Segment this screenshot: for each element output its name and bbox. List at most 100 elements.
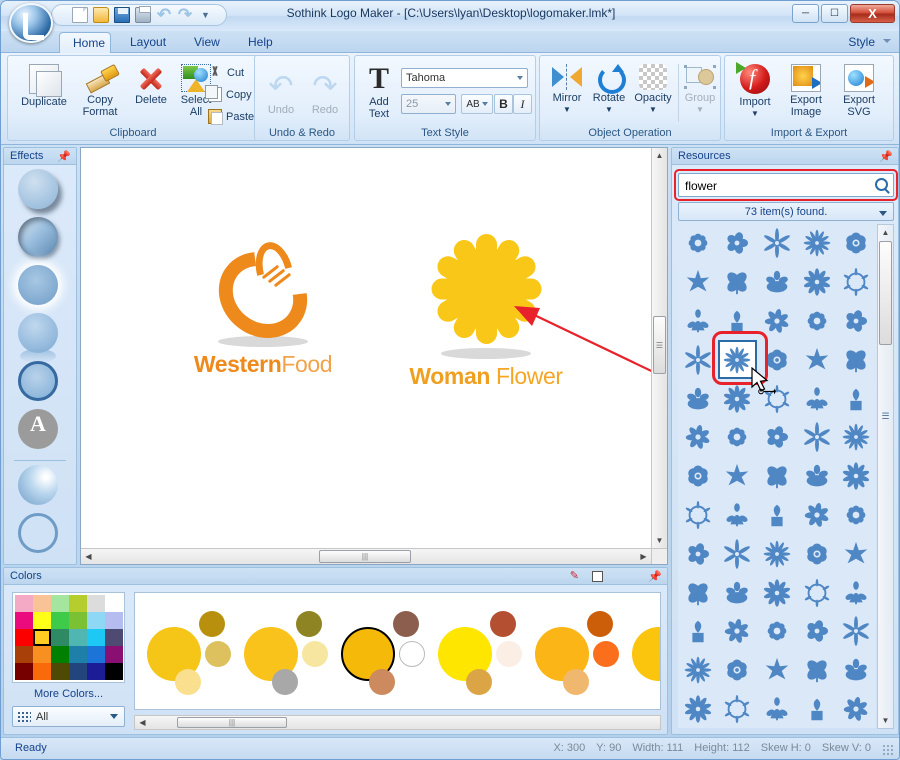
palette-swatch-group[interactable] — [339, 607, 439, 697]
resource-item-cog-blossom[interactable] — [836, 224, 876, 263]
resource-item-long-stem-rose[interactable] — [757, 534, 797, 574]
resource-item-dahlia-ball[interactable] — [678, 611, 718, 651]
maximize-button[interactable]: ☐ — [821, 4, 848, 23]
save-icon[interactable] — [114, 7, 130, 23]
resource-item-swirl-ornament[interactable] — [836, 650, 876, 690]
font-size-select[interactable]: 25 — [401, 94, 456, 114]
effect-stroke[interactable] — [18, 361, 62, 405]
resource-item-frangipani[interactable] — [757, 611, 797, 651]
scroll-right-icon[interactable]: ▶ — [636, 549, 651, 564]
color-swatch[interactable] — [15, 629, 33, 646]
pin-icon[interactable]: 📌 — [57, 150, 71, 163]
color-swatch[interactable] — [105, 663, 123, 680]
western-food-logo[interactable]: WesternFood — [163, 234, 363, 378]
resource-item-four-petal[interactable] — [836, 262, 876, 302]
color-swatch[interactable] — [15, 612, 33, 629]
resource-item-spiral-rose[interactable] — [678, 534, 718, 574]
export-svg-button[interactable]: Export SVG — [833, 64, 885, 118]
resource-item-blob-cloud[interactable] — [796, 262, 837, 302]
bold-button[interactable]: B — [494, 94, 513, 114]
resource-item-maple-spray[interactable] — [678, 379, 718, 418]
style-menu-label[interactable]: Style — [848, 35, 875, 49]
scroll-left-icon[interactable]: ◀ — [81, 549, 96, 564]
resource-item-chrysanthemum[interactable] — [717, 340, 758, 380]
resource-item-narcissus[interactable] — [678, 456, 718, 496]
color-swatch[interactable] — [105, 595, 123, 612]
resource-item-lotus-bud[interactable] — [796, 224, 837, 263]
effect-text-mask[interactable] — [18, 409, 62, 453]
scroll-down-icon[interactable]: ▼ — [652, 533, 667, 548]
resource-item-tulip-bud[interactable] — [836, 495, 876, 535]
pin-icon[interactable]: 📌 — [879, 150, 893, 163]
resource-item-lotus-flat[interactable] — [717, 650, 758, 690]
rotate-button[interactable]: Rotate ▼ — [588, 64, 630, 116]
scroll-up-icon[interactable]: ▲ — [878, 225, 893, 240]
resource-item-mandala-ring[interactable] — [796, 650, 837, 690]
resource-item-orchid-stem[interactable] — [678, 224, 718, 263]
resource-item-bellflower[interactable] — [836, 456, 876, 496]
undo-button[interactable]: ↶ Undo — [259, 72, 303, 117]
scroll-grip-icon[interactable]: ☰ — [879, 395, 892, 437]
tab-help[interactable]: Help — [235, 32, 286, 53]
resource-item-cloud-swirl[interactable] — [678, 340, 718, 380]
resource-item-daisy-burst[interactable] — [757, 301, 797, 341]
delete-button[interactable]: Delete — [126, 64, 176, 106]
more-colors-link[interactable]: More Colors... — [12, 688, 125, 700]
color-swatch[interactable] — [105, 629, 123, 646]
resource-item-small-branch[interactable] — [717, 573, 758, 612]
open-folder-icon[interactable] — [93, 7, 109, 23]
current-color-swatch[interactable] — [592, 571, 603, 582]
color-swatch[interactable] — [105, 612, 123, 629]
effect-gradient[interactable] — [18, 465, 62, 509]
resource-item-clover-bloom[interactable] — [757, 417, 797, 457]
resource-item-palm-leaf[interactable] — [796, 611, 837, 651]
palette-swatch-group[interactable] — [145, 607, 245, 697]
chevron-down-icon[interactable]: ▼ — [731, 108, 779, 120]
palette-swatch-group[interactable] — [436, 607, 536, 697]
design-canvas[interactable]: WesternFood Woman Flower — [81, 148, 651, 548]
resource-item-shamrock-stem[interactable] — [836, 534, 876, 574]
resource-item-rose-outline[interactable] — [796, 573, 837, 612]
search-input[interactable] — [683, 177, 865, 194]
resource-item-starburst-daisy[interactable] — [836, 301, 876, 341]
copy-button[interactable]: Copy — [205, 85, 252, 102]
undo-icon[interactable]: ↶ — [156, 6, 172, 23]
redo-button[interactable]: ↷ Redo — [303, 72, 347, 117]
resource-item-pinwheel-flower[interactable] — [796, 417, 837, 457]
scroll-left-icon[interactable]: ◀ — [135, 716, 150, 729]
import-button[interactable]: Import ▼ — [731, 62, 779, 120]
effect-glow[interactable] — [18, 265, 62, 309]
resource-item-leaf-blades[interactable] — [717, 379, 758, 418]
resource-item-floral-sprig[interactable] — [836, 340, 876, 380]
color-swatch[interactable] — [69, 663, 87, 680]
color-swatch[interactable] — [33, 629, 51, 646]
resource-item-thin-grass[interactable] — [717, 689, 758, 729]
color-swatch[interactable] — [69, 646, 87, 663]
color-swatch[interactable] — [15, 663, 33, 680]
resource-item-snowflake-bloom[interactable] — [836, 573, 876, 612]
resource-item-grass-tuft[interactable] — [757, 340, 797, 380]
color-swatch[interactable] — [15, 646, 33, 663]
resource-item-flower-pot-plant[interactable] — [757, 495, 797, 535]
chevron-down-icon[interactable]: ▼ — [546, 104, 588, 116]
resource-item-sakura-outline[interactable] — [836, 379, 876, 418]
resource-item-ornate-star[interactable] — [757, 650, 797, 690]
color-swatch[interactable] — [87, 663, 105, 680]
resource-item-peony-flower[interactable] — [796, 689, 837, 729]
resource-item-dandelion[interactable] — [717, 456, 758, 496]
chevron-down-icon[interactable]: ▼ — [630, 104, 676, 116]
color-swatch[interactable] — [33, 646, 51, 663]
resource-item-heart-rose-pot[interactable] — [717, 495, 758, 535]
palette-scroll-thumb[interactable]: ||| — [177, 717, 287, 728]
canvas-vertical-scrollbar[interactable]: ▲ ☰ ▼ — [651, 148, 667, 548]
resource-item-star-leaf[interactable] — [836, 417, 876, 457]
resource-item-tulip[interactable] — [678, 573, 718, 612]
color-swatch[interactable] — [51, 612, 69, 629]
palette-swatch-group[interactable] — [242, 607, 342, 697]
search-magnifier-icon[interactable] — [875, 178, 888, 191]
add-text-button[interactable]: T Add Text — [359, 64, 399, 121]
resource-item-square-flower[interactable] — [717, 534, 758, 574]
vertical-scroll-thumb[interactable]: ☰ — [653, 316, 666, 374]
quick-access-dropdown-icon[interactable]: ▼ — [201, 10, 210, 20]
minimize-button[interactable]: ─ — [792, 4, 819, 23]
